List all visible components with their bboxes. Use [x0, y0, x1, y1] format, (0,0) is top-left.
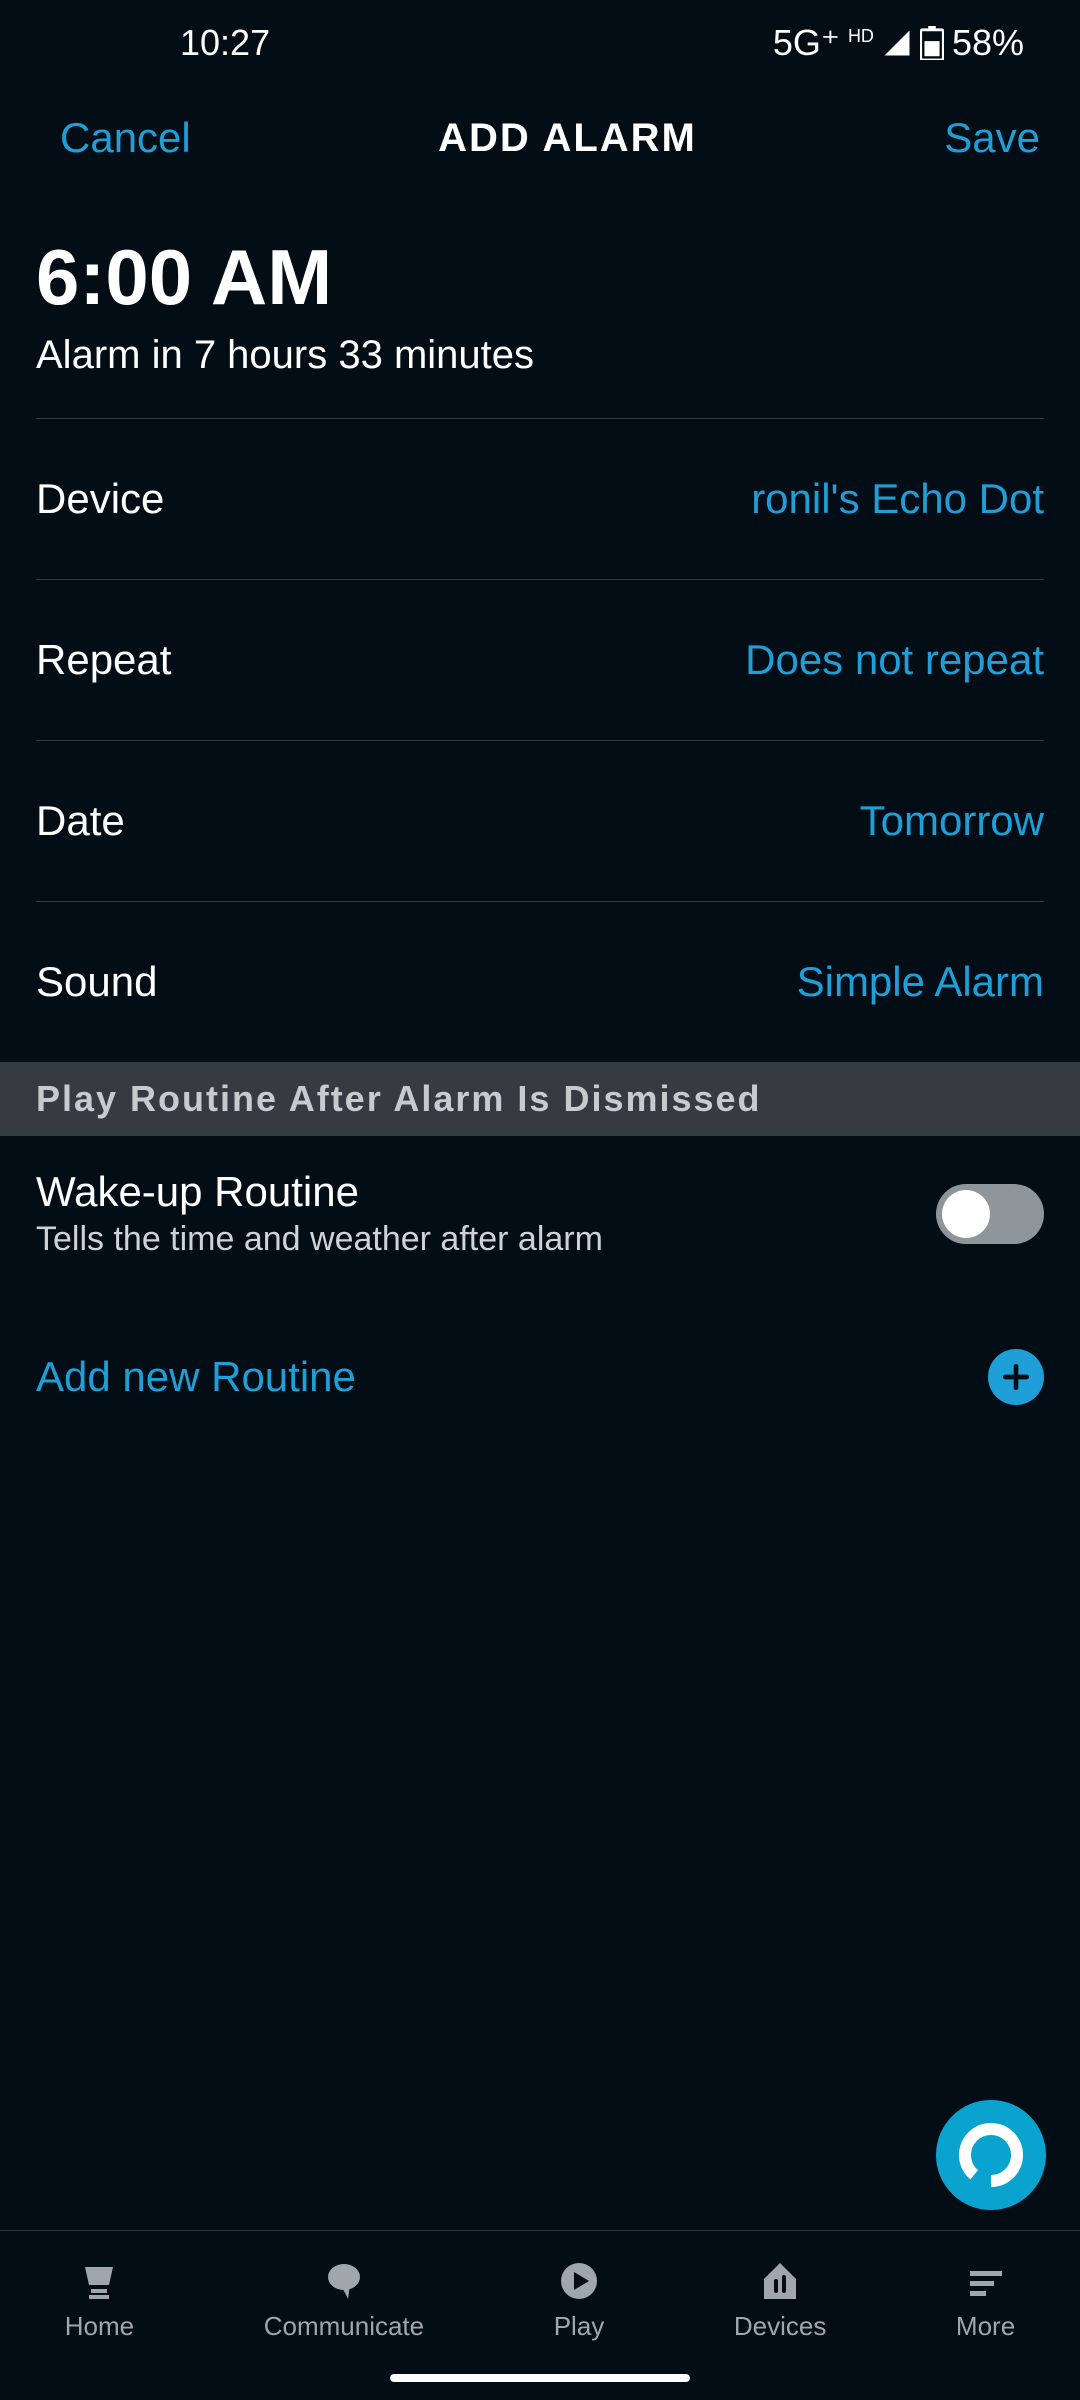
nav-devices[interactable]: Devices — [734, 2257, 826, 2342]
nav-communicate[interactable]: Communicate — [264, 2257, 424, 2342]
nav-communicate-label: Communicate — [264, 2311, 424, 2342]
save-button[interactable]: Save — [944, 114, 1040, 162]
row-label-repeat: Repeat — [36, 636, 171, 684]
status-bar: 10:27 5G⁺ HD 58% — [0, 0, 1080, 86]
nav-play-label: Play — [554, 2311, 605, 2342]
routine-section-header: Play Routine After Alarm Is Dismissed — [0, 1062, 1080, 1136]
row-label-device: Device — [36, 475, 164, 523]
row-sound[interactable]: Sound Simple Alarm — [0, 902, 1080, 1062]
row-value-repeat: Does not repeat — [745, 636, 1044, 684]
battery-icon — [920, 26, 944, 60]
status-time: 10:27 — [180, 22, 270, 64]
play-icon — [555, 2257, 603, 2305]
wake-up-routine-row: Wake-up Routine Tells the time and weath… — [0, 1136, 1080, 1291]
more-icon — [962, 2257, 1010, 2305]
alexa-icon — [959, 2123, 1023, 2187]
nav-more[interactable]: More — [956, 2257, 1015, 2342]
communicate-icon — [320, 2257, 368, 2305]
network-indicator: 5G⁺ — [773, 22, 840, 64]
home-indicator[interactable] — [390, 2374, 690, 2382]
add-routine-label: Add new Routine — [36, 1353, 356, 1401]
nav-home-label: Home — [65, 2311, 134, 2342]
add-new-routine-row[interactable]: Add new Routine — [0, 1291, 1080, 1425]
alexa-button[interactable] — [936, 2100, 1046, 2210]
status-right: 5G⁺ HD 58% — [773, 22, 1024, 64]
routine-title: Wake-up Routine — [36, 1168, 603, 1216]
row-value-device: ronil's Echo Dot — [751, 475, 1044, 523]
cancel-button[interactable]: Cancel — [60, 114, 191, 162]
row-date[interactable]: Date Tomorrow — [0, 741, 1080, 901]
signal-icon — [882, 28, 912, 58]
row-label-date: Date — [36, 797, 125, 845]
home-icon — [75, 2257, 123, 2305]
row-repeat[interactable]: Repeat Does not repeat — [0, 580, 1080, 740]
row-value-date: Tomorrow — [860, 797, 1044, 845]
header: Cancel ADD ALARM Save — [0, 86, 1080, 202]
battery-percent: 58% — [952, 22, 1024, 64]
nav-more-label: More — [956, 2311, 1015, 2342]
nav-play[interactable]: Play — [554, 2257, 605, 2342]
routine-subtitle: Tells the time and weather after alarm — [36, 1220, 603, 1259]
alarm-countdown: Alarm in 7 hours 33 minutes — [36, 333, 1044, 378]
alarm-time-section[interactable]: 6:00 AM Alarm in 7 hours 33 minutes — [0, 202, 1080, 418]
hd-indicator: HD — [848, 26, 874, 47]
devices-icon — [756, 2257, 804, 2305]
row-value-sound: Simple Alarm — [797, 958, 1044, 1006]
alarm-time: 6:00 AM — [36, 232, 1044, 323]
nav-devices-label: Devices — [734, 2311, 826, 2342]
row-device[interactable]: Device ronil's Echo Dot — [0, 419, 1080, 579]
row-label-sound: Sound — [36, 958, 157, 1006]
nav-home[interactable]: Home — [65, 2257, 134, 2342]
routine-toggle[interactable] — [936, 1184, 1044, 1244]
toggle-knob — [942, 1190, 990, 1238]
plus-icon — [988, 1349, 1044, 1405]
page-title: ADD ALARM — [438, 116, 697, 161]
